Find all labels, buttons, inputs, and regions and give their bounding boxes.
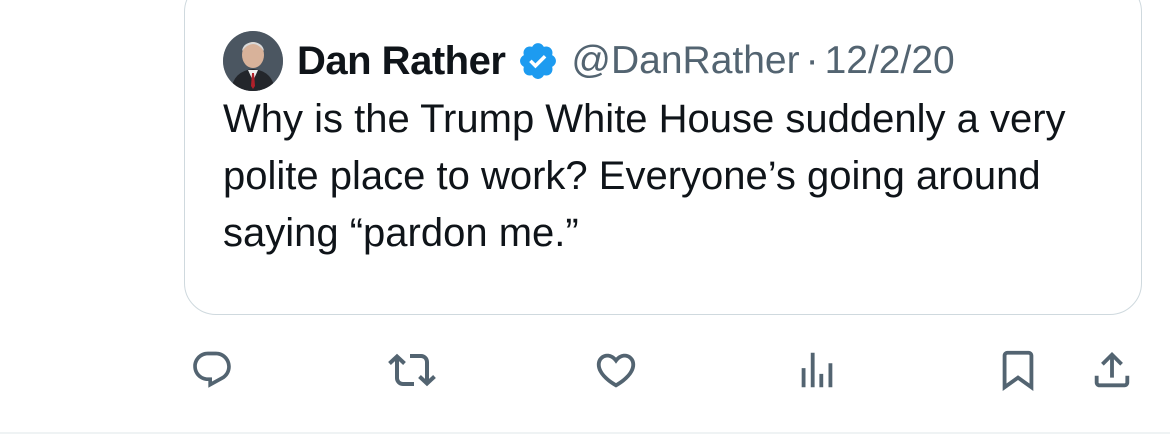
reply-button[interactable] — [187, 345, 237, 395]
quoted-tweet-text: Why is the Trump White House suddenly a … — [223, 97, 1066, 255]
bookmark-button[interactable] — [993, 345, 1043, 395]
like-icon — [596, 353, 636, 388]
share-button[interactable] — [1087, 345, 1137, 395]
avatar[interactable] — [223, 31, 283, 91]
bookmark-icon — [1002, 350, 1034, 391]
retweet-button[interactable] — [387, 345, 437, 395]
separator-dot: · — [805, 39, 819, 82]
quoted-tweet-header: Dan Rather @DanRather · 12/2/20 — [223, 31, 955, 91]
like-button[interactable] — [591, 345, 641, 395]
quoted-tweet-card[interactable]: Dan Rather @DanRather · 12/2/20 Why is t… — [184, 0, 1142, 315]
views-icon — [801, 352, 833, 388]
avatar-image — [223, 31, 283, 91]
share-icon — [1094, 351, 1130, 388]
author-name[interactable]: Dan Rather — [297, 39, 506, 84]
verified-badge-icon — [517, 40, 559, 82]
tweet-date[interactable]: 12/2/20 — [825, 39, 955, 83]
author-handle[interactable]: @DanRather — [571, 39, 799, 83]
views-button[interactable] — [792, 345, 842, 395]
retweet-icon — [388, 353, 436, 387]
reply-icon — [193, 351, 231, 388]
